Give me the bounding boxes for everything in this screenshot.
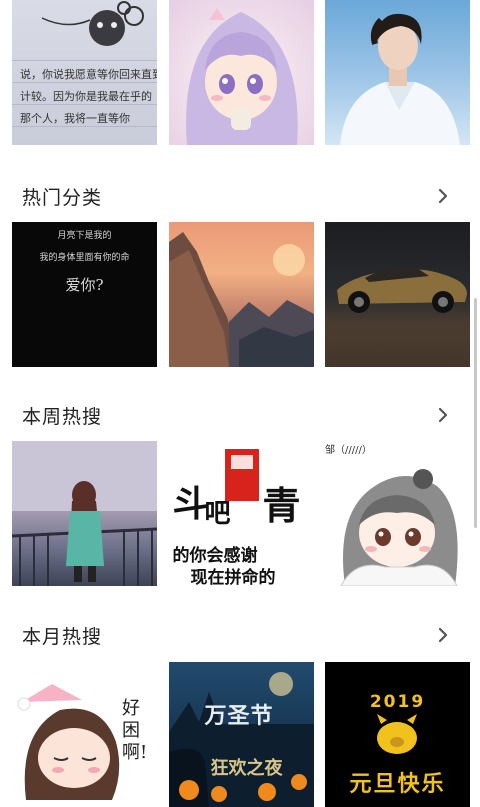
notebook-handwriting-line: 那个人，我将一直等你 [20, 112, 130, 125]
notebook-handwriting-line: 计较。因为你是我最在乎的 [20, 90, 152, 103]
weekly-hot-row: 斗 吧 青 的你会感谢 现在拼命的 邹（/////） [12, 441, 470, 586]
new-year-thumb[interactable]: 2019 元旦快乐 [325, 662, 470, 807]
motivation-text-thumb[interactable]: 斗 吧 青 的你会感谢 现在拼命的 [168, 441, 314, 586]
anime-girl-thumb[interactable] [168, 0, 314, 145]
love-card-line: 我的身体里面有你的命 [39, 253, 130, 263]
section-title: 本周热搜 [22, 405, 103, 428]
mountain-landscape [168, 232, 314, 367]
girl-street-scene [12, 441, 157, 586]
mountain-sunset-thumb[interactable] [168, 222, 314, 367]
section-header-hot-categories[interactable]: 热门分类 [22, 176, 452, 216]
section-header-weekly-hot[interactable]: 本周热搜 [22, 395, 452, 435]
notebook-wallpaper-thumb[interactable]: 说，你说我愿意等你回来直到 计较。因为你是我最在乎的 那个人，我将一直等你 [12, 0, 157, 145]
motivation-char: 斗 [172, 483, 209, 525]
chevron-right-icon[interactable] [434, 626, 452, 644]
top-image-row: 说，你说我愿意等你回来直到 计较。因为你是我最在乎的 那个人，我将一直等你 [12, 0, 470, 145]
notebook-handwriting-line: 说，你说我愿意等你回来直到 [20, 68, 157, 81]
scrollbar[interactable] [474, 298, 477, 528]
love-text-thumb[interactable]: 月亮下是我的 我的身体里面有你的命 爱你? [12, 222, 157, 367]
section-header-monthly-hot[interactable]: 本月热搜 [22, 615, 452, 655]
sleepy-caption: 好困啊! [122, 698, 148, 763]
halloween-thumb[interactable]: 万圣节 狂欢之夜 [168, 662, 314, 807]
halloween-title: 万圣节 [204, 704, 274, 729]
anime-girl-illustration [185, 8, 298, 145]
hot-categories-row: 月亮下是我的 我的身体里面有你的命 爱你? [12, 222, 470, 367]
car-illustration [325, 267, 470, 367]
keychain-ornament-icon [41, 1, 144, 46]
love-card-line: 爱你? [65, 276, 104, 294]
sleepy-girl-thumb[interactable]: 好困啊! [12, 662, 157, 807]
singer-figure [340, 13, 460, 145]
motivation-char: 吧 [204, 499, 231, 529]
girl-street-thumb[interactable] [12, 441, 157, 586]
sports-car-thumb[interactable] [325, 222, 470, 367]
singer-photo-thumb[interactable] [325, 0, 470, 145]
motivation-char: 青 [262, 483, 301, 528]
halloween-subtitle: 狂欢之夜 [210, 758, 283, 779]
chibi-girl-thumb[interactable]: 邹（/////） [325, 441, 470, 586]
motivation-line: 现在拼命的 [190, 568, 276, 586]
monthly-hot-row: 好困啊! 万圣节 狂欢之夜 2019 元旦快乐 [12, 662, 470, 807]
chibi-caption: 邹（/////） [325, 445, 372, 456]
halloween-scene [168, 672, 314, 807]
section-title: 热门分类 [22, 186, 103, 209]
chevron-right-icon[interactable] [434, 406, 452, 424]
love-card-line: 月亮下是我的 [57, 231, 112, 241]
new-year-greeting: 元旦快乐 [349, 772, 446, 797]
section-title: 本月热搜 [22, 625, 103, 648]
chevron-right-icon[interactable] [434, 187, 452, 205]
chibi-girl-illustration [340, 469, 458, 586]
